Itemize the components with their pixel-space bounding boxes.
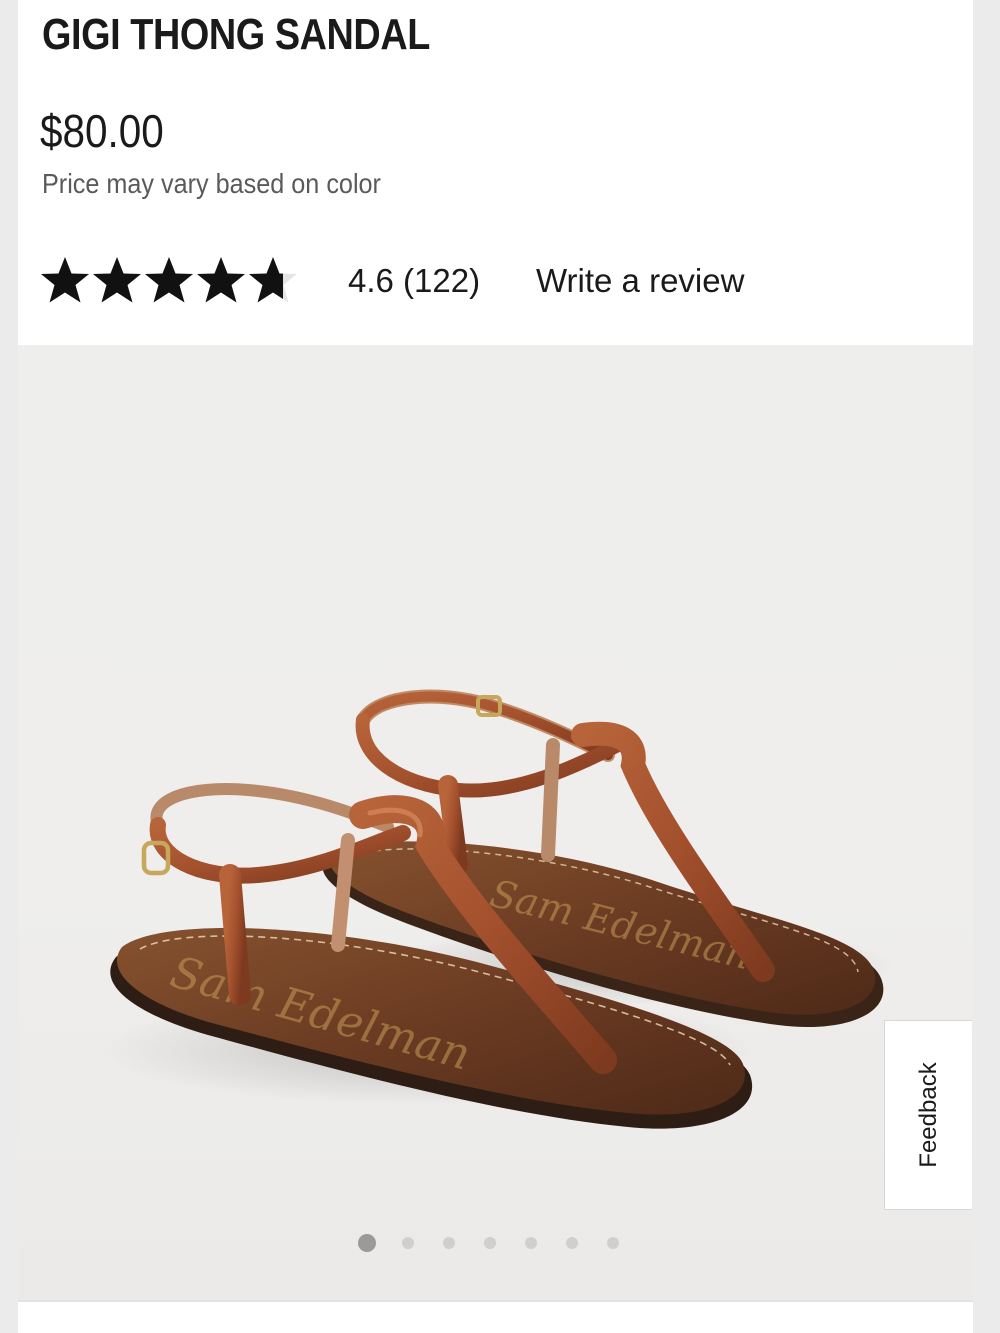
write-review-link[interactable]: Write a review — [536, 262, 744, 300]
product-image-gallery[interactable]: Sam Edelman Sam Edelman Feedback — [18, 345, 973, 1300]
gallery-dot[interactable] — [566, 1237, 578, 1249]
feedback-tab[interactable]: Feedback — [884, 1020, 972, 1210]
product-title: GIGI THONG SANDAL — [42, 10, 430, 59]
gallery-dot[interactable] — [358, 1234, 376, 1252]
price-note: Price may vary based on color — [42, 168, 381, 199]
product-price: $80.00 — [40, 105, 164, 157]
feedback-label: Feedback — [914, 1062, 942, 1168]
gallery-dot[interactable] — [402, 1237, 414, 1249]
next-section-divider — [18, 1300, 973, 1333]
sandal-product-image: Sam Edelman Sam Edelman — [98, 689, 898, 1129]
product-card: GIGI THONG SANDAL $80.00 Price may vary … — [18, 0, 973, 1333]
gallery-pagination — [358, 1233, 648, 1253]
gallery-dot[interactable] — [607, 1237, 619, 1249]
gallery-dot[interactable] — [443, 1237, 455, 1249]
rating-summary: 4.6 (122) — [348, 262, 481, 299]
gallery-dot[interactable] — [484, 1237, 496, 1249]
star-rating[interactable] — [40, 256, 298, 304]
gallery-dot[interactable] — [525, 1237, 537, 1249]
